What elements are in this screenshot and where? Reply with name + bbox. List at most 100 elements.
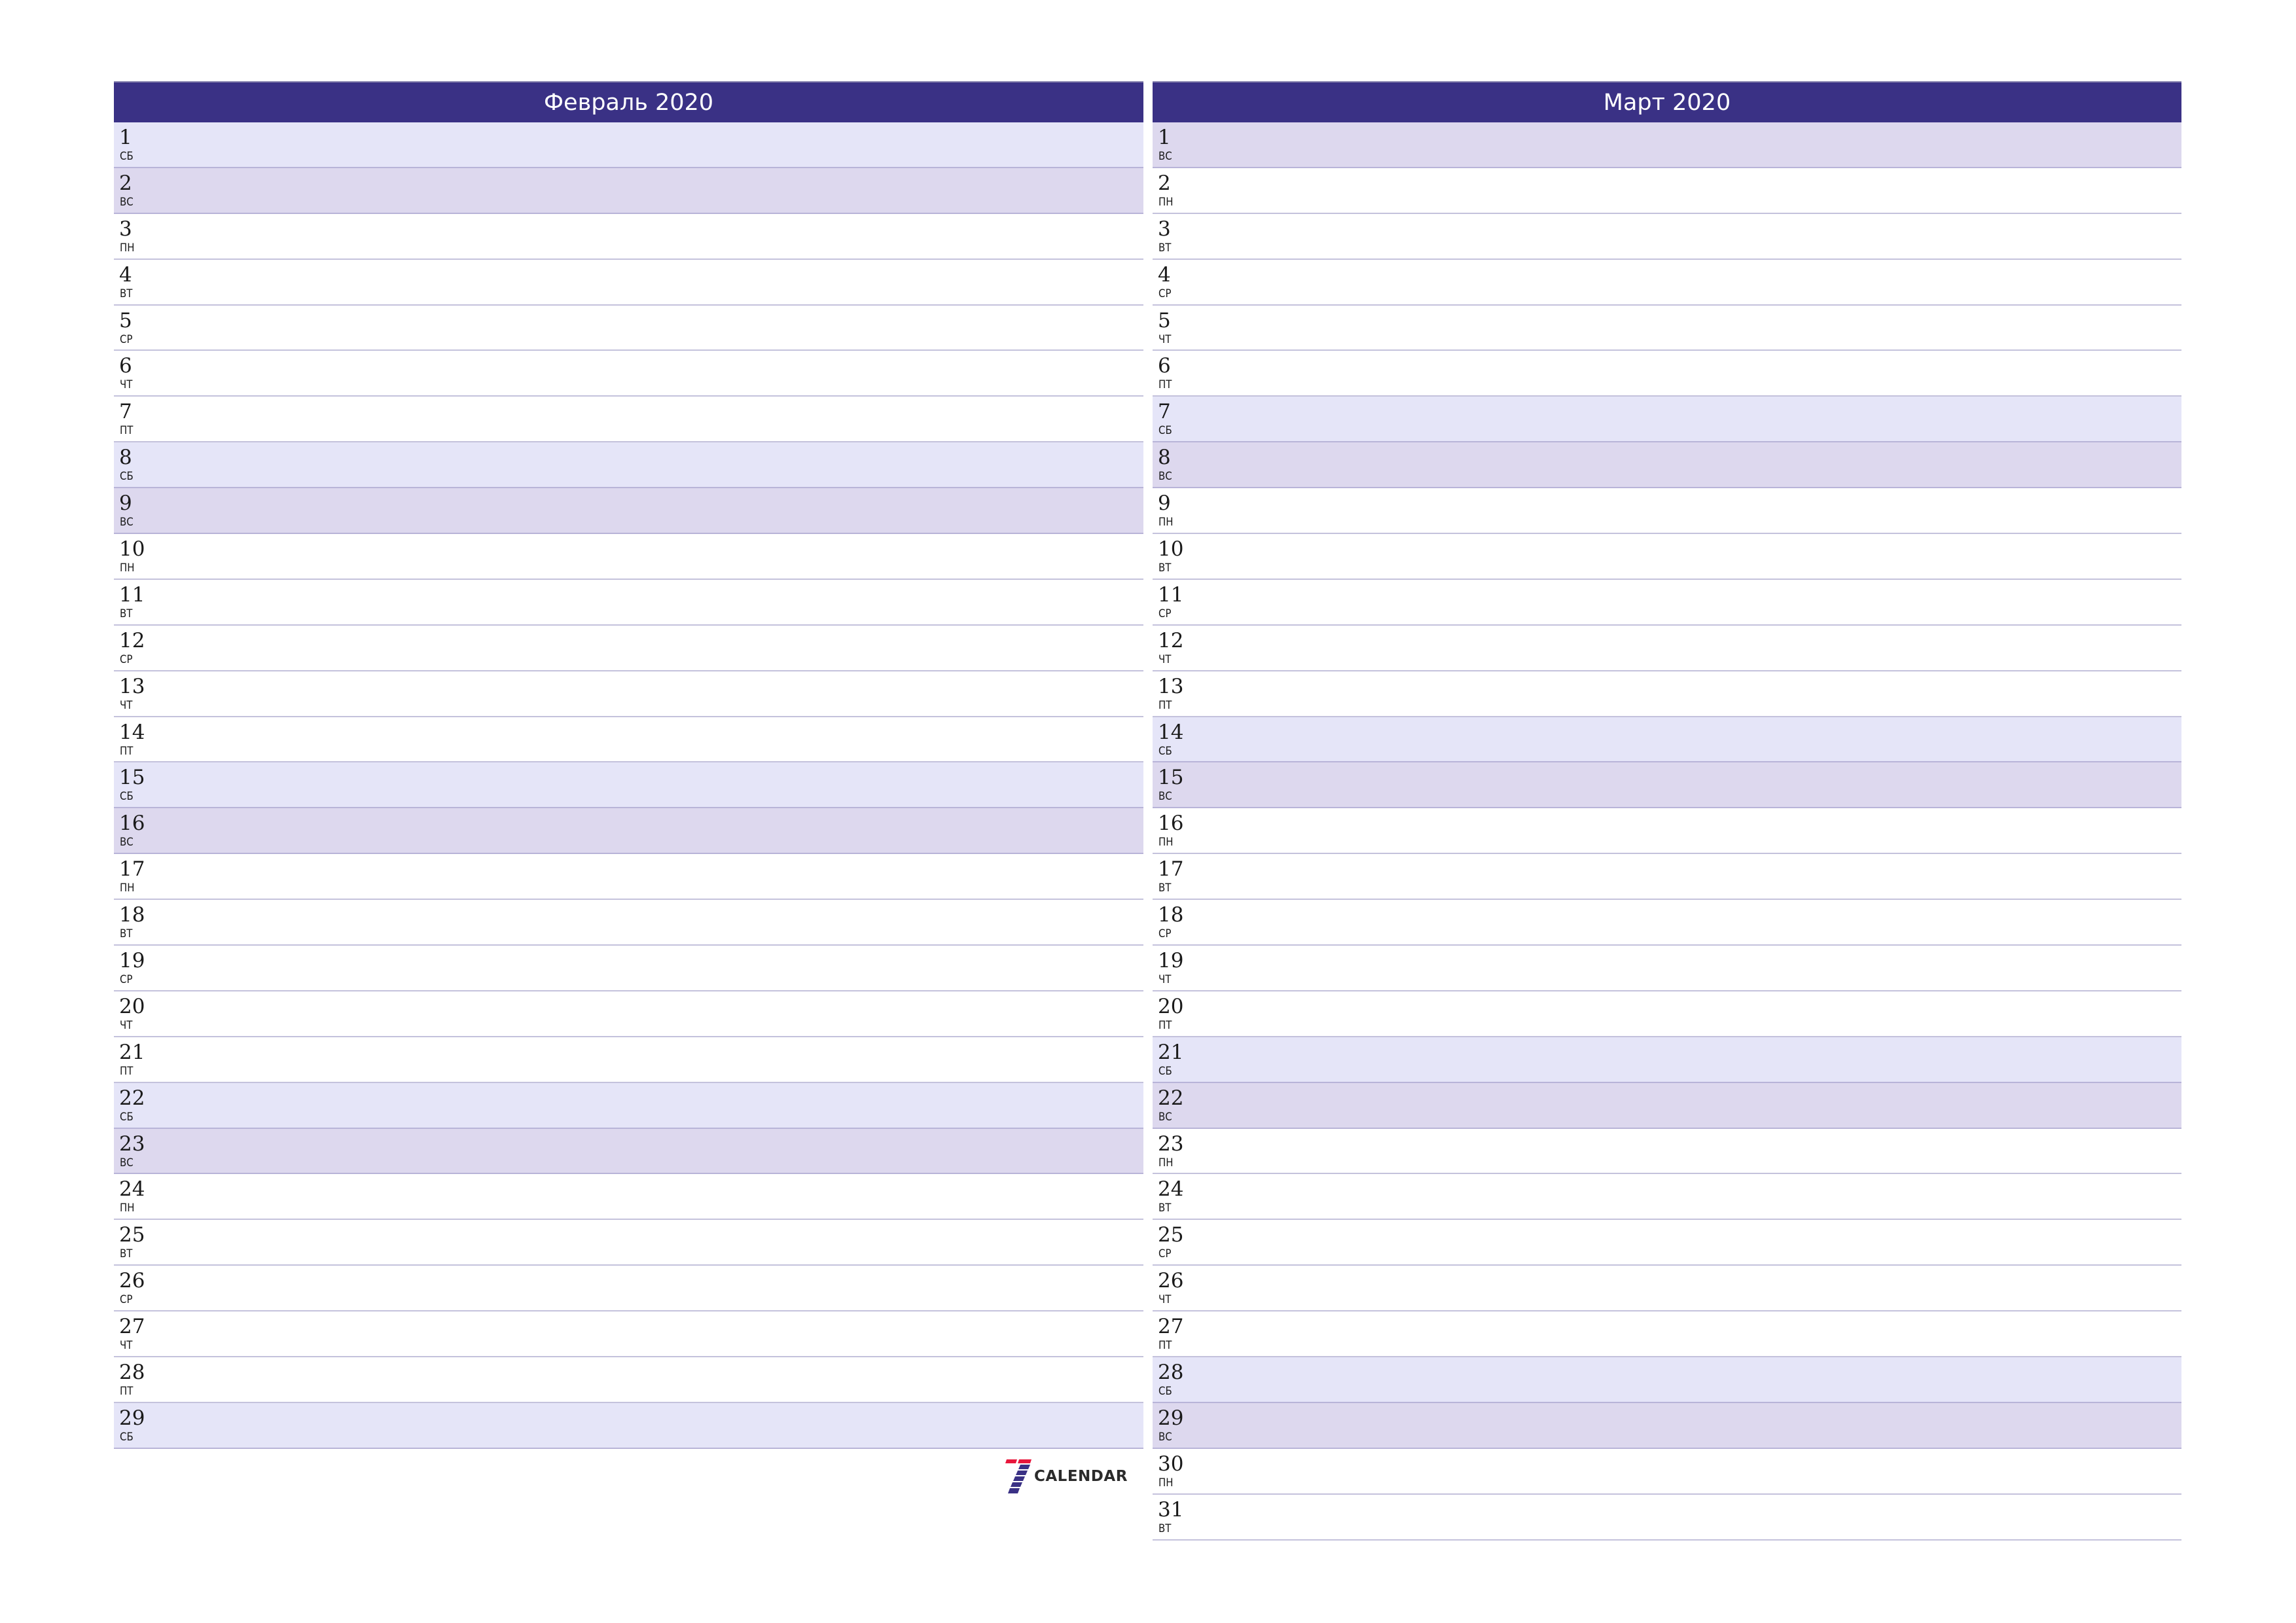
day-row: 21 ПТ (114, 1037, 1143, 1083)
weekday-label: СБ (120, 1430, 134, 1444)
day-number: 29 (1158, 1406, 1184, 1430)
weekday-label: СБ (1158, 1385, 1172, 1399)
day-row: 15 СБ (114, 762, 1143, 809)
day-number: 25 (119, 1223, 145, 1247)
weekday-label: ВТ (120, 287, 133, 300)
day-row: 8 ВС (1153, 442, 2181, 489)
day-list: 1 СБ 2 ВС 3 ПН 4 ВТ 5 СР 6 ЧТ 7 ПТ 8 СБ 9 ВС 10 ПН 11 ВТ 12 СР 1… (114, 122, 1143, 1449)
weekday-label: ВС (1158, 470, 1172, 484)
day-number: 29 (119, 1406, 145, 1430)
weekday-label: ЧТ (120, 378, 133, 392)
day-number: 24 (119, 1177, 145, 1202)
day-number: 12 (119, 628, 145, 652)
day-number: 22 (119, 1086, 145, 1110)
day-row: 29 СБ (114, 1402, 1143, 1449)
day-number: 1 (119, 126, 132, 149)
weekday-label: ЧТ (120, 698, 133, 712)
day-number: 14 (119, 720, 145, 744)
weekday-label: ЧТ (1158, 332, 1172, 346)
day-list: 1 ВС 2 ПН 3 ВТ 4 СР 5 ЧТ 6 ПТ 7 СБ 8 ВС 9 ПН 10 ВТ 11 СР 12 ЧТ 1… (1153, 122, 2181, 1541)
day-number: 6 (119, 354, 132, 378)
weekday-label: СБ (1158, 424, 1172, 438)
day-row: 3 ВТ (1153, 213, 2181, 260)
day-number: 26 (119, 1269, 145, 1293)
weekday-label: СБ (120, 470, 134, 484)
day-number: 13 (119, 674, 145, 698)
month-title: Март 2020 (1603, 89, 1731, 116)
day-number: 8 (1158, 446, 1171, 470)
day-number: 10 (1158, 537, 1184, 562)
day-number: 9 (119, 491, 132, 516)
day-number: 3 (1158, 217, 1171, 241)
day-number: 9 (1158, 491, 1171, 516)
day-row: 9 ВС (114, 488, 1143, 535)
day-row: 27 ПТ (1153, 1311, 2181, 1358)
logo-text: CALENDAR (1034, 1468, 1128, 1485)
day-row: 15 ВС (1153, 762, 2181, 809)
weekday-label: ПН (1158, 195, 1174, 209)
day-number: 31 (1158, 1497, 1184, 1522)
day-row: 30 ПН (1153, 1448, 2181, 1495)
day-row: 24 ПН (114, 1174, 1143, 1221)
day-number: 1 (1158, 126, 1171, 149)
seven-logo-icon (1005, 1459, 1031, 1493)
day-number: 16 (1158, 812, 1184, 836)
weekday-label: СР (1158, 607, 1172, 620)
day-row: 22 СБ (114, 1082, 1143, 1129)
day-row: 28 ПТ (114, 1357, 1143, 1403)
day-number: 15 (119, 766, 145, 790)
day-row: 12 СР (114, 625, 1143, 671)
day-row: 4 ВТ (114, 259, 1143, 306)
day-number: 28 (119, 1361, 145, 1385)
day-number: 7 (119, 400, 132, 424)
weekday-label: ЧТ (1158, 652, 1172, 666)
month-title: Февраль 2020 (543, 89, 714, 116)
day-number: 17 (119, 857, 145, 882)
day-number: 18 (1158, 903, 1184, 927)
month-header: Март 2020 (1153, 81, 2181, 122)
weekday-label: СБ (120, 790, 134, 804)
day-number: 16 (119, 812, 145, 836)
day-number: 30 (1158, 1452, 1184, 1476)
day-number: 27 (1158, 1315, 1184, 1339)
day-row: 23 ПН (1153, 1128, 2181, 1175)
weekday-label: ПТ (1158, 698, 1172, 712)
day-number: 20 (119, 994, 145, 1018)
day-number: 3 (119, 217, 132, 241)
weekday-label: ЧТ (120, 1339, 133, 1353)
weekday-label: ВС (120, 1156, 134, 1169)
weekday-label: ВТ (1158, 241, 1172, 255)
day-row: 5 СР (114, 305, 1143, 351)
day-number: 20 (1158, 994, 1184, 1018)
day-number: 26 (1158, 1269, 1184, 1293)
day-number: 11 (119, 582, 145, 607)
day-number: 17 (1158, 857, 1184, 882)
weekday-label: ПТ (120, 1064, 134, 1078)
day-row: 31 ВТ (1153, 1494, 2181, 1541)
day-number: 4 (1158, 262, 1171, 287)
day-row: 14 СБ (1153, 717, 2181, 763)
day-row: 26 ЧТ (1153, 1266, 2181, 1312)
day-row: 3 ПН (114, 213, 1143, 260)
weekday-label: ПТ (120, 744, 134, 758)
day-row: 18 ВТ (114, 900, 1143, 946)
weekday-label: ПН (1158, 516, 1174, 529)
day-number: 19 (119, 949, 145, 973)
day-number: 5 (1158, 308, 1171, 332)
day-row: 12 ЧТ (1153, 625, 2181, 671)
weekday-label: ПН (1158, 1476, 1174, 1489)
weekday-label: ВС (1158, 1430, 1172, 1444)
weekday-label: ВС (1158, 1110, 1172, 1124)
weekday-label: СБ (120, 150, 134, 163)
day-row: 18 СР (1153, 900, 2181, 946)
day-row: 14 ПТ (114, 717, 1143, 763)
day-row: 13 ЧТ (114, 671, 1143, 717)
day-row: 28 СБ (1153, 1357, 2181, 1403)
month-header: Февраль 2020 (114, 81, 1143, 122)
day-row: 11 ВТ (114, 579, 1143, 626)
weekday-label: ВТ (1158, 562, 1172, 575)
day-row: 11 СР (1153, 579, 2181, 626)
day-number: 11 (1158, 582, 1184, 607)
day-row: 17 ВТ (1153, 854, 2181, 901)
day-row: 1 ВС (1153, 122, 2181, 168)
